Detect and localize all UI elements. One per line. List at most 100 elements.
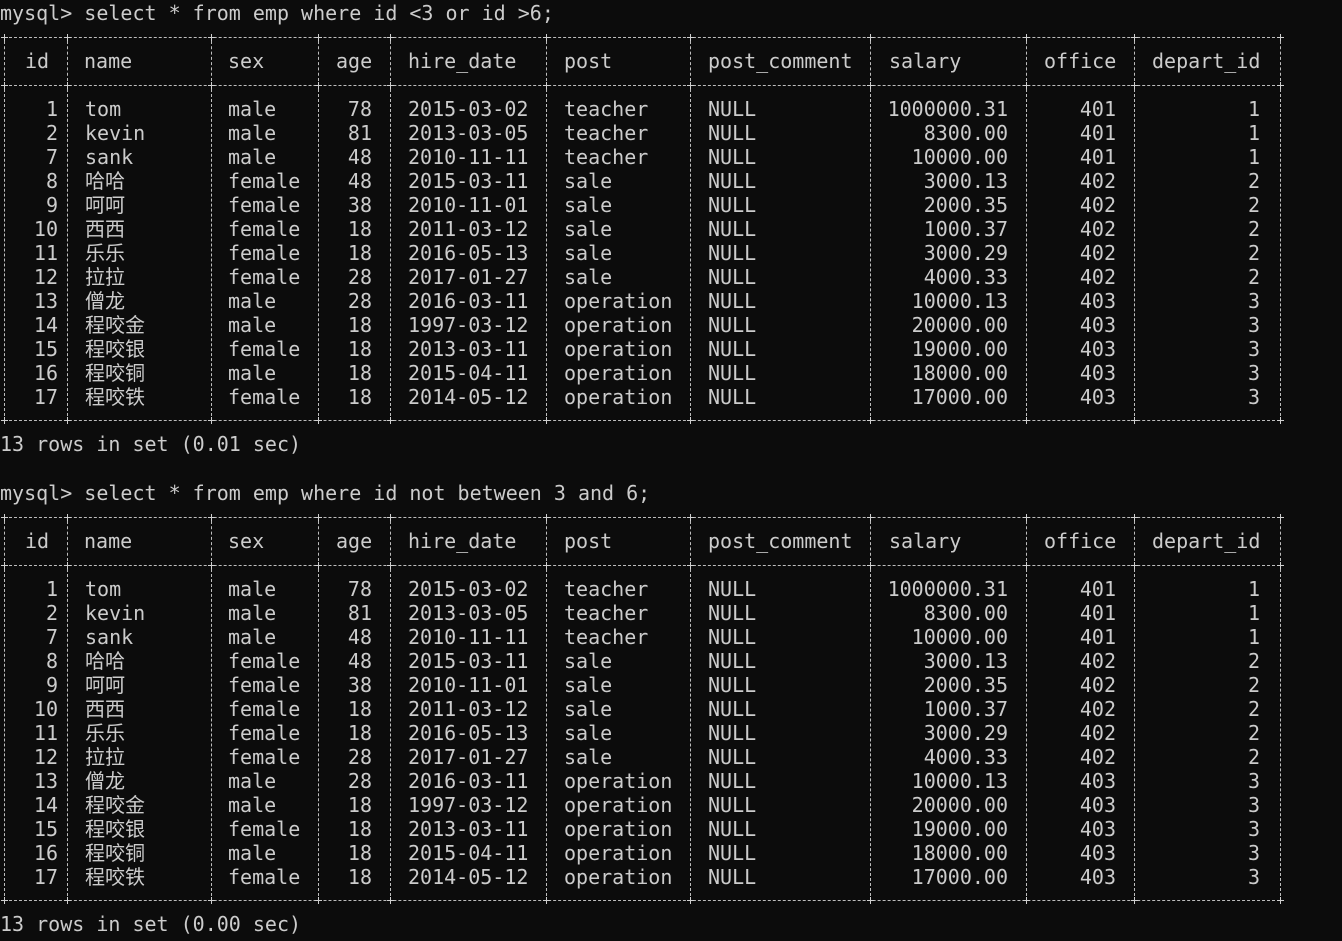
cell-salary: 17000.00 (911, 865, 1008, 889)
table-border-corner (1026, 514, 1027, 521)
column-header-sex: sex (228, 529, 265, 553)
cell-hire-date: 2015-03-02 (408, 577, 529, 601)
terminal-window[interactable]: mysql> select * from emp where id <3 or … (0, 0, 1342, 941)
cell-post-comment: NULL (708, 841, 757, 865)
cell-name: sank (85, 625, 134, 649)
cell-post-comment: NULL (708, 673, 757, 697)
cell-depart-id: 2 (1247, 649, 1260, 673)
table-border-horizontal (4, 517, 1280, 518)
cell-sex: male (228, 601, 277, 625)
table-row: 14 程咬金 male 18 1997-03-12 operation NULL 20000.… (0, 793, 1282, 817)
cell-hire-date: 2014-05-12 (408, 865, 529, 889)
cell-hire-date: 2010-11-11 (408, 625, 529, 649)
table-border-corner (1134, 562, 1135, 569)
cell-post: sale (564, 673, 613, 697)
cell-hire-date: 2013-03-11 (408, 817, 529, 841)
table-row: 11 乐乐 female 18 2016-05-13 sale NULL 3000.29 402… (0, 721, 1282, 745)
table-border-corner (1280, 562, 1281, 569)
cell-post-comment: NULL (708, 577, 757, 601)
table-border-corner (690, 514, 691, 521)
cell-age: 81 (347, 601, 372, 625)
column-header-post-comment: post_comment (708, 529, 853, 553)
table-row: 2 kevin male 81 2013-03-05 teacher NULL 8300.00… (0, 601, 1282, 625)
table-border-corner (1026, 897, 1027, 904)
cell-post-comment: NULL (708, 793, 757, 817)
cell-age: 18 (347, 697, 372, 721)
table-border-corner (546, 514, 547, 521)
cell-name: 西西 (85, 697, 125, 721)
cell-salary: 20000.00 (911, 793, 1008, 817)
table-row: 16 程咬铜 male 18 2015-04-11 operation NULL 18000.… (0, 841, 1282, 865)
cell-salary: 1000000.31 (887, 577, 1008, 601)
table-border-corner (318, 514, 319, 521)
cell-office: 403 (1079, 793, 1116, 817)
cell-post: operation (564, 865, 673, 889)
column-header-hire-date: hire_date (408, 529, 517, 553)
cell-name: 程咬银 (85, 817, 145, 841)
table-row: 12 拉拉 female 28 2017-01-27 sale NULL 4000.33 402… (0, 745, 1282, 769)
cell-salary: 18000.00 (911, 841, 1008, 865)
column-header-age: age (336, 529, 373, 553)
cell-sex: male (228, 577, 277, 601)
cell-depart-id: 1 (1247, 601, 1260, 625)
cell-sex: female (228, 865, 301, 889)
cell-office: 402 (1079, 649, 1116, 673)
cell-post: teacher (564, 601, 649, 625)
cell-sex: female (228, 817, 301, 841)
cell-office: 401 (1079, 601, 1116, 625)
cell-post-comment: NULL (708, 817, 757, 841)
cell-post: operation (564, 841, 673, 865)
cell-sex: female (228, 697, 301, 721)
cell-sex: male (228, 769, 277, 793)
cell-office: 403 (1079, 769, 1116, 793)
cell-post: sale (564, 745, 613, 769)
cell-sex: male (228, 793, 277, 817)
cell-age: 18 (347, 793, 372, 817)
table-row: 8 哈哈 female 48 2015-03-11 sale NULL 3000.13 402 2 (0, 649, 1282, 673)
cell-post: teacher (564, 625, 649, 649)
cell-salary: 10000.00 (911, 625, 1008, 649)
table-border-corner (870, 897, 871, 904)
cell-depart-id: 3 (1247, 841, 1260, 865)
cell-depart-id: 3 (1247, 793, 1260, 817)
cell-office: 402 (1079, 673, 1116, 697)
cell-id: 11 (33, 721, 58, 745)
table-border-corner (4, 514, 5, 521)
cell-name: 哈哈 (85, 649, 125, 673)
table-border-corner (67, 514, 68, 521)
cell-id: 17 (33, 865, 58, 889)
cell-id: 15 (33, 817, 58, 841)
table-border-corner (390, 562, 391, 569)
table-border-corner (546, 562, 547, 569)
cell-sex: female (228, 649, 301, 673)
cell-id: 2 (45, 601, 58, 625)
table-row: 7 sank male 48 2010-11-11 teacher NULL 10000.00… (0, 625, 1282, 649)
cell-salary: 2000.35 (923, 673, 1008, 697)
cell-hire-date: 2016-03-11 (408, 769, 529, 793)
cell-depart-id: 3 (1247, 769, 1260, 793)
cell-name: kevin (85, 601, 146, 625)
cell-id: 10 (33, 697, 58, 721)
cell-age: 28 (347, 769, 372, 793)
cell-post: operation (564, 793, 673, 817)
table-border-corner (211, 514, 212, 521)
cell-office: 402 (1079, 697, 1116, 721)
table-border-corner (67, 562, 68, 569)
cell-hire-date: 2015-03-11 (408, 649, 529, 673)
cell-depart-id: 3 (1247, 865, 1260, 889)
table-border-corner (390, 897, 391, 904)
cell-name: 程咬铜 (85, 841, 145, 865)
cell-post: operation (564, 769, 673, 793)
table-border-corner (4, 562, 5, 569)
table-border-corner (690, 897, 691, 904)
table-border-horizontal (4, 565, 1280, 566)
result-summary-2: 13 rows in set (0.00 sec) (0, 912, 302, 936)
cell-depart-id: 2 (1247, 721, 1260, 745)
cell-age: 18 (347, 721, 372, 745)
cell-office: 402 (1079, 721, 1116, 745)
cell-post-comment: NULL (708, 649, 757, 673)
cell-post: teacher (564, 577, 649, 601)
cell-id: 7 (45, 625, 58, 649)
table-border-corner (870, 514, 871, 521)
cell-sex: male (228, 625, 277, 649)
